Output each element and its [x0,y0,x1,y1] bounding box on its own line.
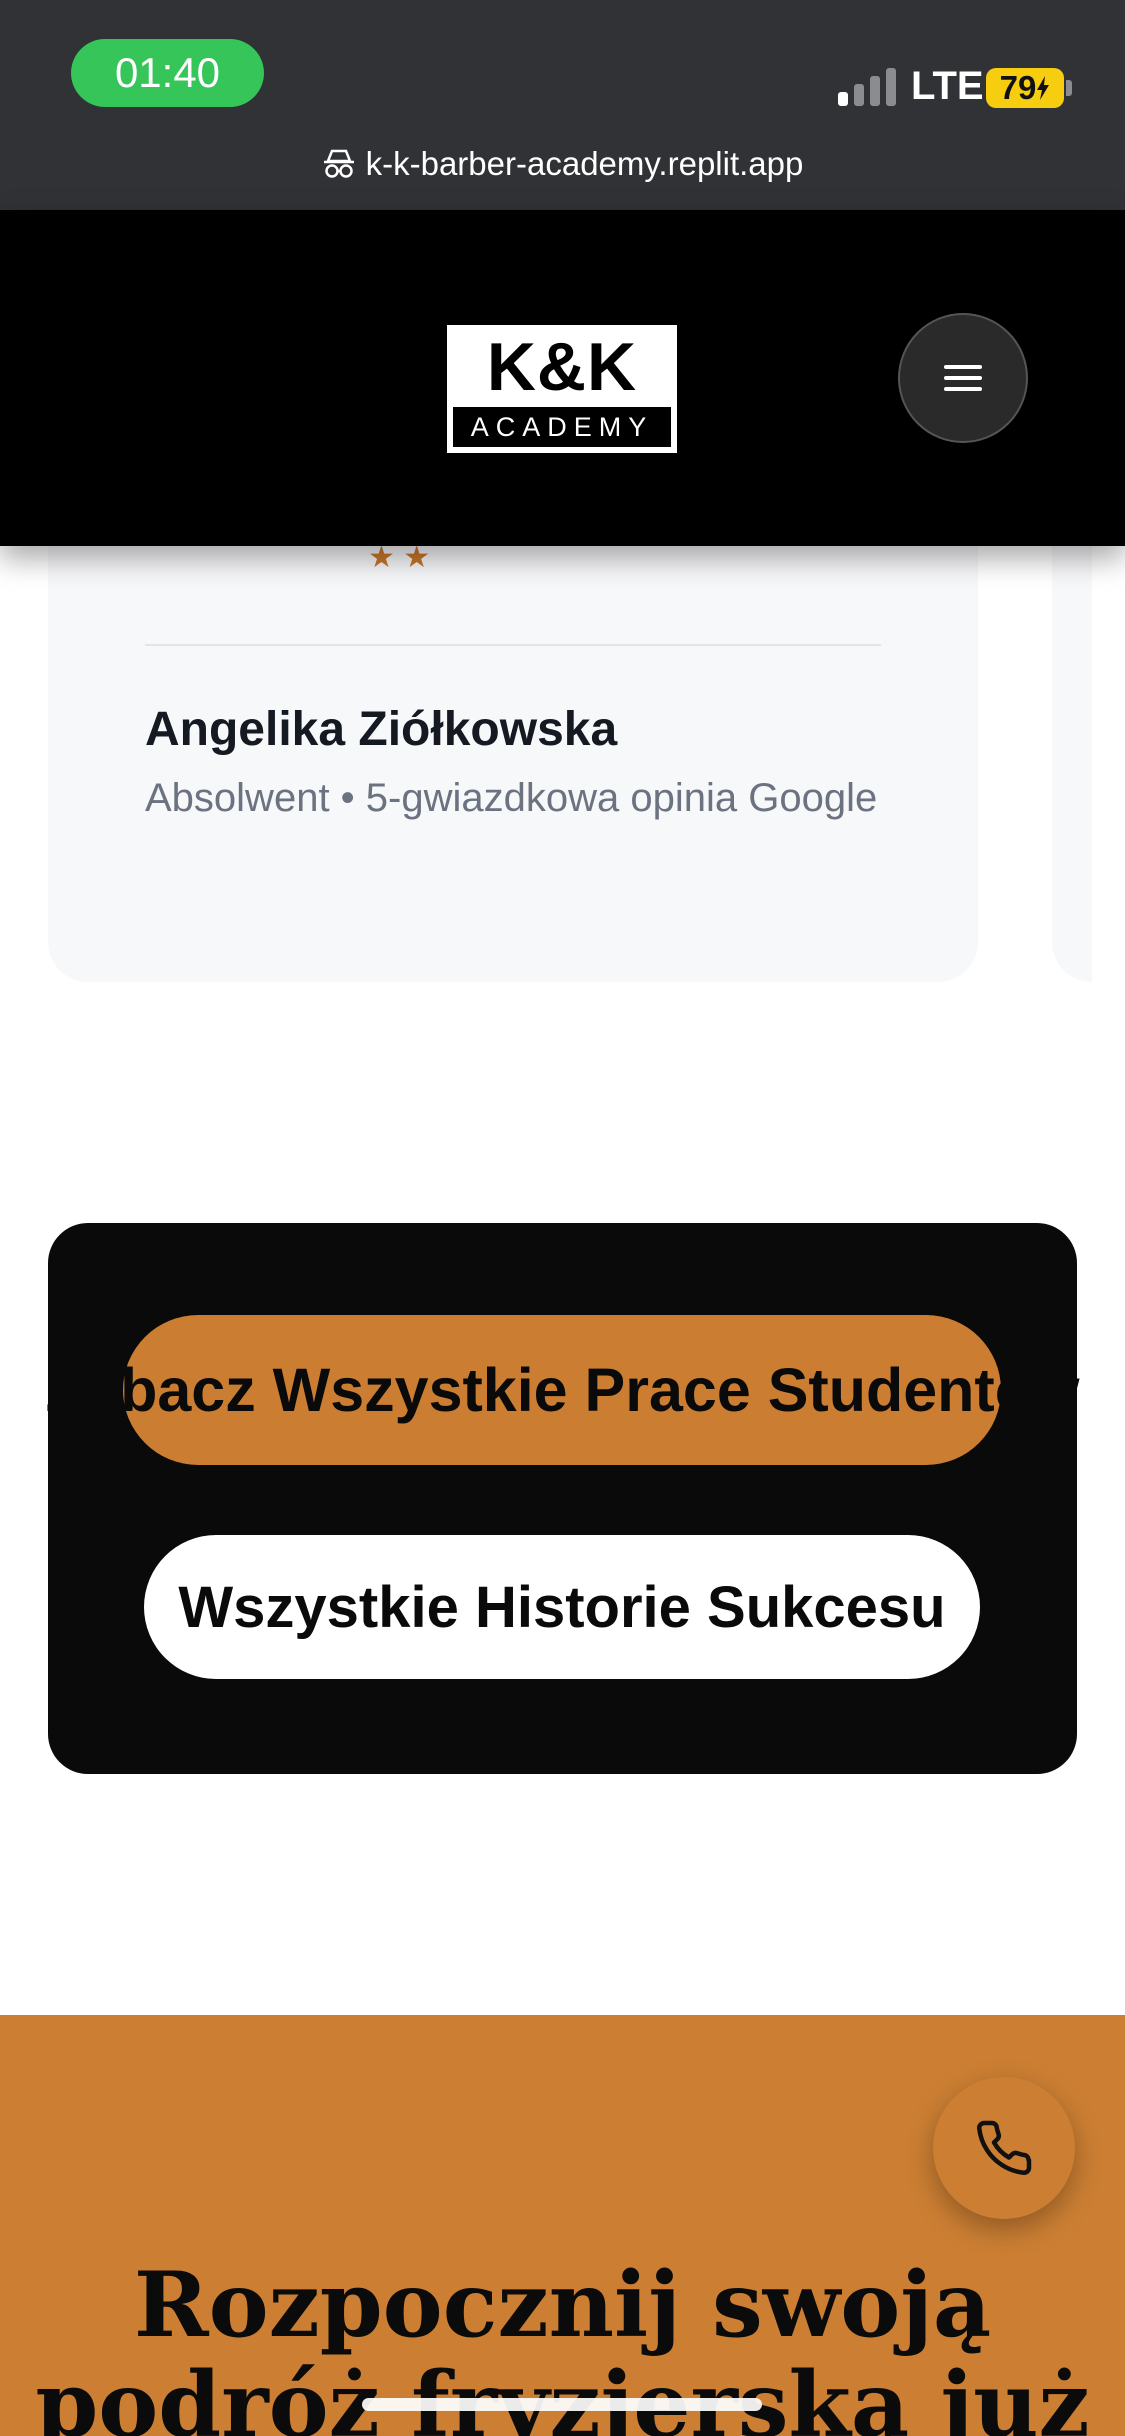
testimonial-meta: Absolwent • 5-gwiazdkowa opinia Google [145,776,878,820]
clock: 01:40 [71,39,264,107]
home-indicator[interactable] [362,2398,762,2411]
next-testimonial-card[interactable] [1052,470,1092,982]
testimonial-card: ★ ★ Angelika Ziółkowska Absolwent • 5-gw… [48,470,978,982]
url-text: k-k-barber-academy.replit.app [365,145,804,182]
menu-button[interactable] [898,313,1028,443]
logo-bottom-text: ACADEMY [453,407,671,447]
site-header: K&K ACADEMY [0,210,1125,546]
battery-tip [1066,80,1072,96]
charging-bolt-icon [1037,76,1050,100]
call-button[interactable] [933,2077,1075,2219]
cta-section: Rozpocznij swoją podróż fryzjerską już [0,2015,1125,2436]
private-browsing-icon [323,149,354,178]
cta-box [48,1223,1077,1774]
view-student-work-label: Zobacz Wszystkie Prace Studentów [45,1356,1080,1424]
network-type: LTE [911,64,984,108]
signal-icon [838,68,896,106]
battery-level: 79 [999,69,1037,106]
phone-icon [977,2120,1032,2175]
logo-top-text: K&K [486,329,638,405]
success-stories-button[interactable]: Wszystkie Historie Sukcesu [144,1535,980,1679]
divider [145,644,881,646]
hamburger-icon [944,365,982,391]
academy-logo[interactable]: K&K ACADEMY [447,325,677,453]
address-bar[interactable]: k-k-barber-academy.replit.app [0,145,1125,183]
testimonial-author: Angelika Ziółkowska [145,703,618,756]
status-bar: 01:40 LTE 79 k-k-barber-academy.replit.a… [0,0,1125,210]
battery-icon: 79 [986,68,1064,108]
